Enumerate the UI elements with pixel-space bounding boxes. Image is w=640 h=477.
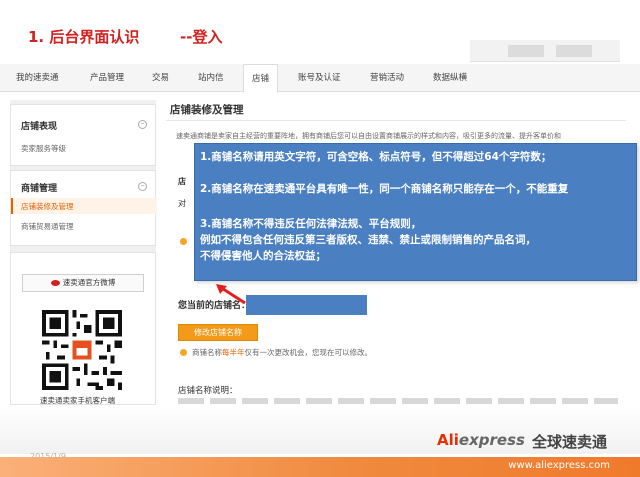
nav-item-account[interactable]: 账号及认证 (298, 64, 341, 92)
qr-caption: 速卖通卖家手机客户端 (40, 396, 115, 405)
collapse-icon[interactable]: − (138, 120, 147, 129)
sidebar-section-store-management: 商铺管理 − 店铺装修及管理 商铺贸易通管理 (10, 170, 157, 246)
info-icon (180, 238, 187, 245)
edit-store-name-button[interactable]: 修改店铺名称 (178, 324, 258, 341)
info-icon (180, 349, 187, 356)
callout-line: 例如不得包含任何违反第三者版权、违禁、禁止或限制销售的产品名词， (200, 234, 536, 246)
faded-text-line (178, 398, 618, 404)
weibo-button-label: 速卖通官方微博 (62, 278, 116, 287)
redacted-store-name (246, 295, 367, 315)
aliexpress-logo: Aliexpress (437, 431, 525, 449)
name-change-tip: 商铺名称每半年仅有一次更改机会，您现在可以修改。 (180, 347, 372, 358)
weibo-icon (50, 280, 60, 286)
main-nav: 我的速卖通 产品管理 交易 站内信 店铺 账号及认证 营销活动 数据纵横 (0, 64, 640, 93)
divider (166, 120, 626, 121)
nav-item-marketing[interactable]: 营销活动 (370, 64, 404, 92)
page-description: 速卖通商铺是卖家自主经营的重要阵地，拥有商铺后您可以自由设置商铺展示的样式和内容… (176, 132, 561, 140)
footer-url: www.aliexpress.com (508, 460, 610, 471)
callout-line: 1.商铺名称请用英文字符，可含空格、标点符号，但不得超过64个字符数； (200, 151, 552, 163)
sidebar-item-seller-service-level[interactable]: 卖家服务等级 (21, 143, 66, 154)
rules-callout: 1.商铺名称请用英文字符，可含空格、标点符号，但不得超过64个字符数； 2.商铺… (194, 143, 637, 281)
nav-item-store[interactable]: 店铺 (243, 64, 279, 93)
sidebar-section-store-performance: 店铺表现 − 卖家服务等级 (10, 104, 156, 166)
sidebar-heading: 店铺表现 (21, 122, 58, 132)
slide-title: 1. 后台界面认识 (28, 28, 140, 46)
top-bar-fragment (470, 40, 620, 62)
weibo-button[interactable]: 速卖通官方微博 (22, 274, 144, 292)
callout-line: 2.商铺名称在速卖通平台具有唯一性，同一个商铺名称只能存在一个，不能重复 (200, 183, 569, 195)
sidebar-heading: 商铺管理 (21, 184, 58, 194)
nav-item-orders[interactable]: 交易 (152, 64, 169, 92)
qr-code-icon (42, 310, 122, 390)
slide-subtitle: --登入 (180, 28, 223, 46)
top-bar-button[interactable] (508, 45, 544, 57)
callout-line: 不得侵害他人的合法权益； (200, 250, 326, 262)
section-heading-fragment: 店 (178, 177, 186, 186)
section-text-fragment: 对 (178, 199, 186, 208)
page-title: 店铺装修及管理 (170, 104, 244, 116)
top-bar-button[interactable] (556, 45, 592, 57)
nav-item-data[interactable]: 数据纵横 (433, 64, 467, 92)
red-arrow-icon (216, 284, 246, 305)
store-name-explanation-label: 店铺名称说明： (178, 386, 238, 396)
nav-item-products[interactable]: 产品管理 (90, 64, 124, 92)
sidebar-item-trade-manager[interactable]: 商铺贸易通管理 (21, 221, 74, 232)
aliexpress-cn-logo: 全球速卖通 (532, 433, 608, 451)
nav-item-messages[interactable]: 站内信 (198, 64, 224, 92)
nav-item-my-aliexpress[interactable]: 我的速卖通 (16, 64, 59, 92)
collapse-icon[interactable]: − (138, 182, 147, 191)
footer-bar: www.aliexpress.com (0, 457, 640, 477)
sidebar-item-store-decoration[interactable]: 店铺装修及管理 (21, 201, 74, 212)
callout-line: 3.商铺名称不得违反任何法律法规、平台规则， (200, 218, 422, 230)
